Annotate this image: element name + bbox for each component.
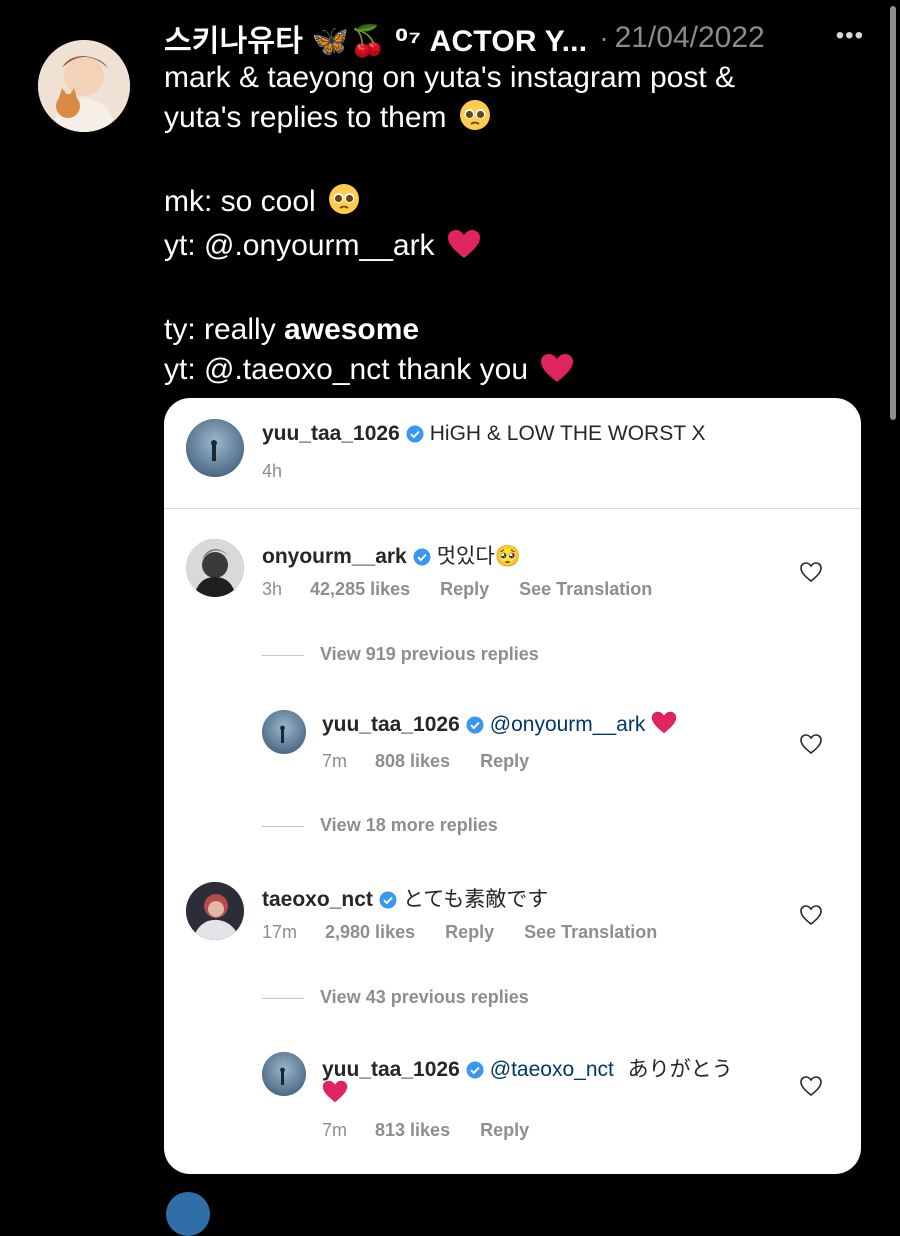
reply-button[interactable]: Reply bbox=[480, 751, 529, 771]
tweet-line: ty: really bbox=[164, 313, 276, 346]
comment-avatar[interactable] bbox=[186, 882, 244, 940]
tweet-line: mark & taeyong on yuta's instagram post … bbox=[164, 61, 736, 94]
view-previous-replies[interactable]: View 43 previous replies bbox=[262, 987, 529, 1008]
view-more-replies[interactable]: View 18 more replies bbox=[262, 815, 498, 836]
separator-dot: · bbox=[599, 22, 609, 53]
scrollbar[interactable] bbox=[890, 6, 896, 420]
red-heart-icon bbox=[651, 711, 677, 734]
post-meta: 4h bbox=[262, 461, 310, 482]
reply-time: 7m bbox=[322, 751, 348, 771]
next-tweet-avatar[interactable] bbox=[166, 1192, 210, 1236]
see-translation-button[interactable]: See Translation bbox=[519, 579, 652, 599]
tweet-author-avatar[interactable] bbox=[38, 40, 130, 132]
reply-likes[interactable]: 813 likes bbox=[375, 1120, 450, 1140]
reply-mention[interactable]: @onyourm__ark bbox=[490, 713, 646, 736]
pleading-face-emoji bbox=[328, 183, 360, 226]
red-heart-icon bbox=[322, 1080, 348, 1103]
heart-outline-icon[interactable] bbox=[799, 560, 823, 584]
tweet-date[interactable]: 21/04/2022 bbox=[615, 21, 765, 55]
reply-meta: 7m 813 likes Reply bbox=[322, 1120, 559, 1141]
comment-username[interactable]: onyourm__ark bbox=[262, 545, 407, 568]
reply-button[interactable]: Reply bbox=[440, 579, 489, 599]
comment-avatar[interactable] bbox=[186, 539, 244, 597]
comment-line: taeoxo_nct とても素敵です bbox=[262, 883, 548, 913]
pleading-face-emoji bbox=[459, 99, 491, 142]
comment-time: 3h bbox=[262, 579, 283, 599]
tweet-body: mark & taeyong on yuta's instagram post … bbox=[164, 58, 864, 394]
see-translation-button[interactable]: See Translation bbox=[524, 922, 657, 942]
heart-outline-icon[interactable] bbox=[799, 732, 823, 756]
reply-line-continuation bbox=[322, 1080, 348, 1106]
comment-text: とても素敵です bbox=[402, 888, 549, 911]
tweet-line: yt: @.taeoxo_nct thank you bbox=[164, 353, 528, 386]
reply-line: yuu_taa_1026 @onyourm__ark bbox=[322, 711, 677, 737]
comment-meta: 3h 42,285 likes Reply See Translation bbox=[262, 579, 682, 600]
tweet-line: yuta's replies to them bbox=[164, 101, 447, 134]
view-previous-replies[interactable]: View 919 previous replies bbox=[262, 644, 539, 665]
verified-icon bbox=[406, 425, 424, 443]
author-display-name[interactable]: 스키나유타 🦋🍒 ⁰⁷ ACTOR Y... bbox=[164, 16, 587, 60]
comment-likes[interactable]: 2,980 likes bbox=[325, 922, 415, 942]
reply-button[interactable]: Reply bbox=[445, 922, 494, 942]
reply-time: 7m bbox=[322, 1120, 348, 1140]
red-heart-icon bbox=[447, 229, 481, 270]
post-caption-line: yuu_taa_1026 HiGH & LOW THE WORST X bbox=[262, 422, 706, 446]
verified-icon bbox=[379, 891, 397, 909]
reply-avatar[interactable] bbox=[262, 710, 306, 754]
more-icon[interactable]: ••• bbox=[836, 22, 864, 50]
divider bbox=[164, 508, 861, 509]
verified-icon bbox=[466, 1061, 484, 1079]
post-author-avatar[interactable] bbox=[186, 419, 244, 477]
tweet-bold-word: awesome bbox=[284, 313, 420, 346]
comment-username[interactable]: taeoxo_nct bbox=[262, 888, 373, 911]
verified-icon bbox=[466, 716, 484, 734]
reply-button[interactable]: Reply bbox=[480, 1120, 529, 1140]
tweet-line: yt: @.onyourm__ark bbox=[164, 229, 435, 262]
comment-likes[interactable]: 42,285 likes bbox=[310, 579, 410, 599]
comment-text: 멋있다🥺 bbox=[436, 545, 521, 568]
reply-line: yuu_taa_1026 @taeoxo_nct ありがとう bbox=[322, 1053, 733, 1083]
reply-avatar[interactable] bbox=[262, 1052, 306, 1096]
reply-mention[interactable]: @taeoxo_nct bbox=[490, 1058, 614, 1081]
tweet-line: mk: so cool bbox=[164, 185, 316, 218]
verified-icon bbox=[413, 548, 431, 566]
reply-username[interactable]: yuu_taa_1026 bbox=[322, 713, 460, 736]
comment-time: 17m bbox=[262, 922, 298, 942]
post-time: 4h bbox=[262, 461, 283, 481]
comment-line: onyourm__ark 멋있다🥺 bbox=[262, 540, 521, 570]
comment-meta: 17m 2,980 likes Reply See Translation bbox=[262, 922, 687, 943]
post-caption: HiGH & LOW THE WORST X bbox=[429, 422, 706, 445]
red-heart-icon bbox=[540, 353, 574, 394]
reply-meta: 7m 808 likes Reply bbox=[322, 751, 559, 772]
tweet-header: 스키나유타 🦋🍒 ⁰⁷ ACTOR Y... · 21/04/2022 ••• bbox=[164, 18, 870, 58]
reply-username[interactable]: yuu_taa_1026 bbox=[322, 1058, 460, 1081]
heart-outline-icon[interactable] bbox=[799, 903, 823, 927]
heart-outline-icon[interactable] bbox=[799, 1074, 823, 1098]
attached-image[interactable]: yuu_taa_1026 HiGH & LOW THE WORST X 4h on… bbox=[164, 398, 861, 1174]
reply-likes[interactable]: 808 likes bbox=[375, 751, 450, 771]
post-username[interactable]: yuu_taa_1026 bbox=[262, 422, 400, 445]
reply-text: ありがとう bbox=[627, 1058, 733, 1081]
